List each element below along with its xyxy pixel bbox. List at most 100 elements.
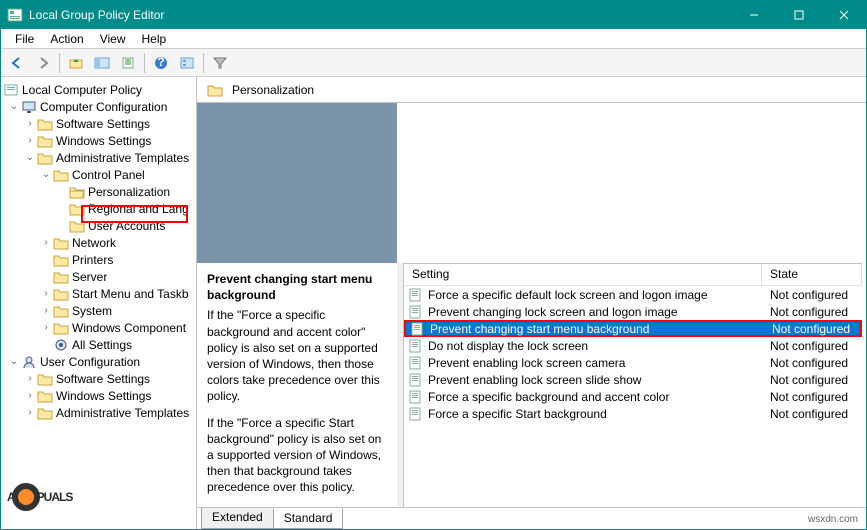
forward-button[interactable] bbox=[31, 52, 55, 74]
folder-icon bbox=[69, 219, 85, 233]
setting-state: Not configured bbox=[762, 373, 862, 387]
folder-open-icon bbox=[69, 185, 85, 199]
tree-pane[interactable]: Local Computer Policy ⌄ Computer Configu… bbox=[1, 77, 197, 529]
main-split: Local Computer Policy ⌄ Computer Configu… bbox=[1, 77, 866, 529]
setting-row[interactable]: Prevent changing start menu backgroundNo… bbox=[404, 320, 862, 337]
setting-state: Not configured bbox=[762, 407, 862, 421]
folder-icon bbox=[53, 287, 69, 301]
expand-icon[interactable]: ⌄ bbox=[7, 101, 21, 112]
tree-software-settings[interactable]: › Software Settings bbox=[3, 115, 194, 132]
expand-icon[interactable]: › bbox=[39, 288, 53, 299]
source-caption: wsxdn.com bbox=[808, 514, 858, 525]
tree-windows-components[interactable]: › Windows Component bbox=[3, 319, 194, 336]
folder-icon bbox=[53, 168, 69, 182]
description-text-2: If the "Force a specific Start backgroun… bbox=[207, 415, 387, 496]
menu-help[interactable]: Help bbox=[134, 30, 175, 48]
svg-text:?: ? bbox=[157, 56, 164, 69]
selected-policy-title: Prevent changing start menu background bbox=[207, 271, 387, 303]
properties-button[interactable] bbox=[175, 52, 199, 74]
tree-network[interactable]: › Network bbox=[3, 234, 194, 251]
tree-regional[interactable]: Regional and Lang bbox=[3, 200, 194, 217]
breadcrumb: Personalization bbox=[197, 77, 866, 103]
settings-list: Setting State Force a specific default l… bbox=[403, 263, 862, 527]
minimize-button[interactable] bbox=[731, 1, 776, 29]
setting-name: Prevent changing lock screen and logon i… bbox=[428, 305, 678, 319]
setting-state: Not configured bbox=[762, 305, 862, 319]
tree-server[interactable]: Server bbox=[3, 268, 194, 285]
tree-admin-templates[interactable]: ⌄ Administrative Templates bbox=[3, 149, 194, 166]
tab-standard[interactable]: Standard bbox=[273, 508, 344, 529]
expand-icon[interactable]: › bbox=[23, 390, 37, 401]
policy-icon bbox=[408, 288, 424, 302]
folder-icon bbox=[37, 389, 53, 403]
expand-icon[interactable]: › bbox=[23, 407, 37, 418]
setting-row[interactable]: Do not display the lock screenNot config… bbox=[404, 337, 862, 354]
policy-icon bbox=[408, 305, 424, 319]
maximize-button[interactable] bbox=[776, 1, 821, 29]
expand-icon[interactable]: › bbox=[23, 135, 37, 146]
tree-windows-settings[interactable]: › Windows Settings bbox=[3, 132, 194, 149]
window-title: Local Group Policy Editor bbox=[29, 8, 731, 22]
export-button[interactable] bbox=[116, 52, 140, 74]
folder-icon bbox=[53, 321, 69, 335]
expand-icon[interactable]: › bbox=[23, 118, 37, 129]
menu-file[interactable]: File bbox=[7, 30, 42, 48]
app-icon bbox=[7, 7, 23, 23]
folder-icon bbox=[37, 117, 53, 131]
list-body[interactable]: Force a specific default lock screen and… bbox=[404, 286, 862, 527]
tree-system[interactable]: › System bbox=[3, 302, 194, 319]
expand-icon[interactable]: › bbox=[23, 373, 37, 384]
show-hide-tree-button[interactable] bbox=[90, 52, 114, 74]
expand-icon[interactable]: ⌄ bbox=[39, 169, 53, 180]
breadcrumb-label: Personalization bbox=[232, 83, 314, 97]
tab-strip: Extended Standard bbox=[201, 508, 342, 529]
setting-name: Force a specific background and accent c… bbox=[428, 390, 669, 404]
expand-icon[interactable]: › bbox=[39, 237, 53, 248]
tree-all-settings[interactable]: All Settings bbox=[3, 336, 194, 353]
setting-state: Not configured bbox=[762, 288, 862, 302]
preview-image-placeholder bbox=[197, 103, 397, 263]
tree-start-menu[interactable]: › Start Menu and Taskb bbox=[3, 285, 194, 302]
setting-row[interactable]: Prevent changing lock screen and logon i… bbox=[404, 303, 862, 320]
up-folder-button[interactable] bbox=[64, 52, 88, 74]
folder-icon bbox=[37, 406, 53, 420]
tree-user-accounts[interactable]: User Accounts bbox=[3, 217, 194, 234]
column-setting[interactable]: Setting bbox=[404, 264, 762, 285]
setting-name: Do not display the lock screen bbox=[428, 339, 588, 353]
setting-row[interactable]: Prevent enabling lock screen slide showN… bbox=[404, 371, 862, 388]
description-text-1: If the "Force a specific background and … bbox=[207, 307, 387, 404]
column-state[interactable]: State bbox=[762, 264, 862, 285]
tree-user-config[interactable]: ⌄ User Configuration bbox=[3, 353, 194, 370]
back-button[interactable] bbox=[5, 52, 29, 74]
expand-icon[interactable]: › bbox=[39, 305, 53, 316]
tree-user-software[interactable]: › Software Settings bbox=[3, 370, 194, 387]
expand-icon[interactable]: › bbox=[39, 322, 53, 333]
menu-action[interactable]: Action bbox=[42, 30, 91, 48]
preview-body: Prevent changing start menu background I… bbox=[197, 103, 866, 529]
tab-extended[interactable]: Extended bbox=[201, 508, 274, 529]
expand-icon[interactable]: ⌄ bbox=[23, 152, 37, 163]
expand-icon[interactable]: ⌄ bbox=[7, 356, 21, 367]
folder-icon bbox=[53, 304, 69, 318]
tree-computer-config[interactable]: ⌄ Computer Configuration bbox=[3, 98, 194, 115]
tree-user-windows[interactable]: › Windows Settings bbox=[3, 387, 194, 404]
setting-name: Force a specific Start background bbox=[428, 407, 607, 421]
tree-printers[interactable]: Printers bbox=[3, 251, 194, 268]
setting-row[interactable]: Force a specific background and accent c… bbox=[404, 388, 862, 405]
content-pane: Personalization Prevent changing start m… bbox=[197, 77, 866, 529]
tree-personalization[interactable]: Personalization bbox=[3, 183, 194, 200]
filter-button[interactable] bbox=[208, 52, 232, 74]
tree-control-panel[interactable]: ⌄ Control Panel bbox=[3, 166, 194, 183]
separator bbox=[203, 53, 204, 73]
tree-root[interactable]: Local Computer Policy bbox=[3, 81, 194, 98]
help-button[interactable]: ? bbox=[149, 52, 173, 74]
folder-icon bbox=[69, 202, 85, 216]
close-button[interactable] bbox=[821, 1, 866, 29]
watermark: APUALS bbox=[7, 483, 72, 511]
menu-view[interactable]: View bbox=[92, 30, 134, 48]
setting-row[interactable]: Force a specific default lock screen and… bbox=[404, 286, 862, 303]
settings-icon bbox=[53, 338, 69, 352]
tree-user-admin-templates[interactable]: › Administrative Templates bbox=[3, 404, 194, 421]
setting-row[interactable]: Prevent enabling lock screen cameraNot c… bbox=[404, 354, 862, 371]
setting-row[interactable]: Force a specific Start background Not con… bbox=[404, 405, 862, 422]
